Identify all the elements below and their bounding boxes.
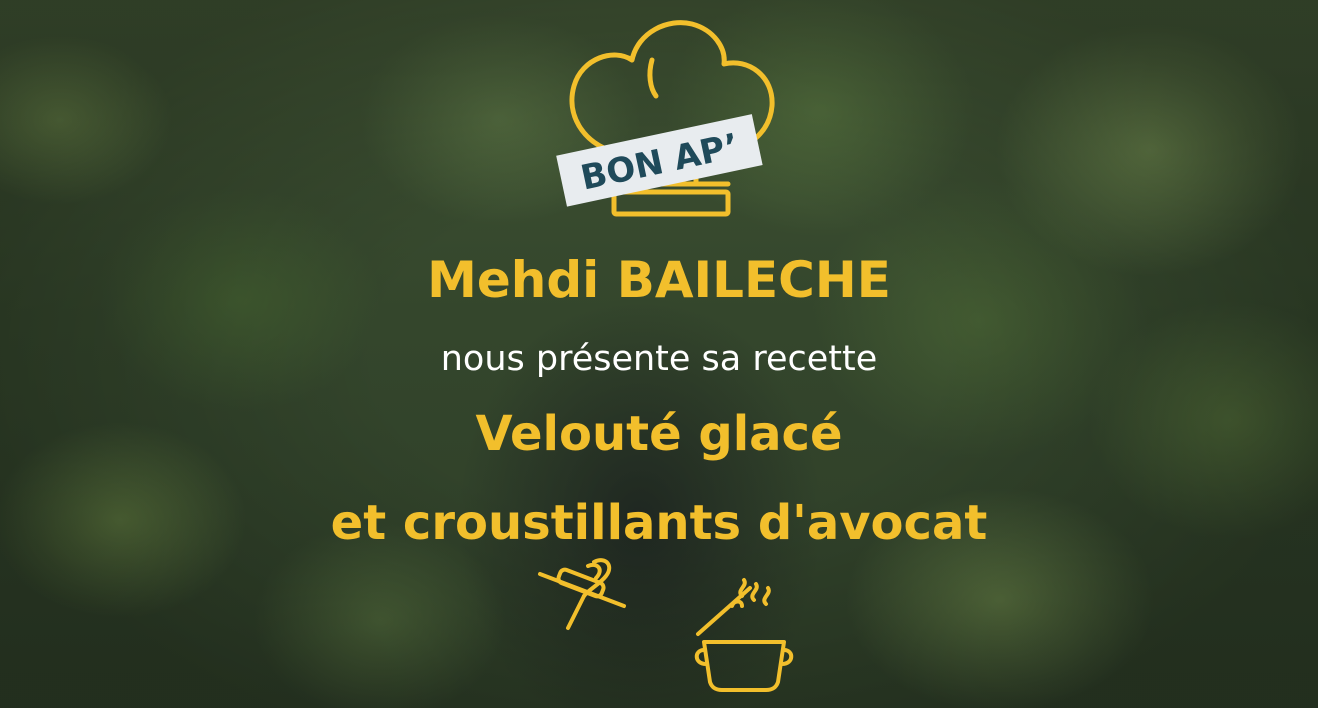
subtitle: nous présente sa recette [440,339,878,379]
bon-ap-logo: BON AP’ [556,20,775,217]
chef-name: Mehdi BAILECHE [427,251,891,309]
cooking-pot-icon [694,578,794,692]
whisk-rolling-pin-icon [538,558,626,630]
recipe-title-line-2: et croustillants d'avocat [330,495,988,551]
recipe-title-line-1: Velouté glacé [475,406,843,462]
